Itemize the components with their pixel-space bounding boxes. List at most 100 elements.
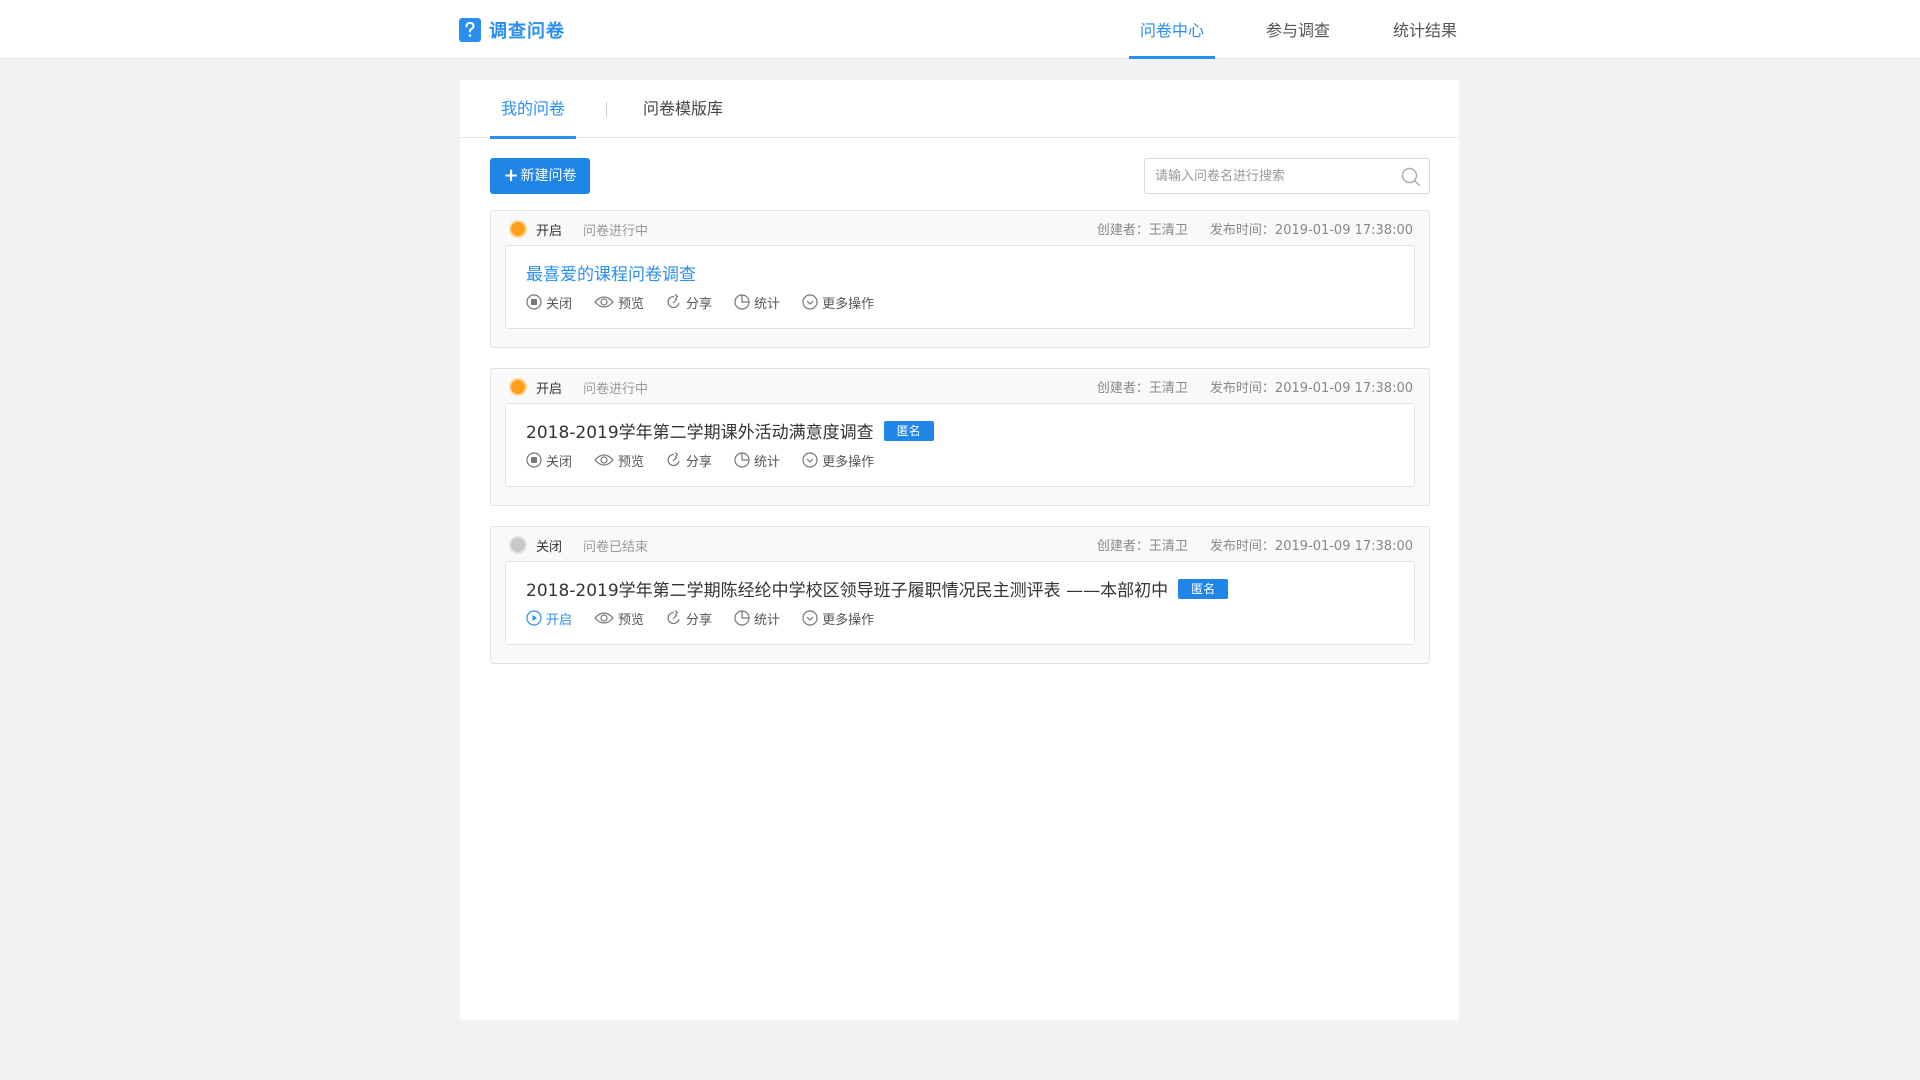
survey-meta: 创建者：王清卫 发布时间：2019-01-09 17:38:00 — [1097, 219, 1413, 238]
chevron-down-circle-icon — [802, 610, 818, 626]
share-button[interactable]: 分享 — [666, 609, 712, 628]
share-label: 分享 — [686, 454, 713, 470]
survey-card: 开启 问卷进行中 创建者：王清卫 发布时间：2019-01-09 17:38:00… — [490, 368, 1430, 506]
statistics-button[interactable]: 统计 — [734, 293, 780, 312]
statistics-button[interactable]: 统计 — [734, 609, 780, 628]
survey-title-text: 2018-2019学年第二学期课外活动满意度调查 — [526, 423, 874, 443]
app-logo[interactable]: 调查问卷 — [459, 17, 565, 43]
search-input[interactable] — [1155, 159, 1395, 193]
close-survey-label: 关闭 — [546, 454, 573, 470]
top-bar: 调查问卷 问卷中心 参与调查 统计结果 — [0, 0, 1920, 59]
preview-label: 预览 — [618, 454, 645, 470]
app-title: 调查问卷 — [489, 21, 565, 42]
status-label: 关闭 — [536, 540, 563, 555]
pie-chart-icon — [734, 294, 750, 310]
status-description: 问卷进行中 — [583, 224, 649, 239]
tab-template-library[interactable]: 问卷模版库 — [643, 80, 723, 138]
statistics-label: 统计 — [754, 454, 781, 470]
tab-bar: 我的问卷 问卷模版库 — [460, 80, 1459, 139]
share-icon — [667, 452, 680, 467]
survey-title[interactable]: 2018-2019学年第二学期课外活动满意度调查 匿名 — [526, 418, 934, 443]
share-label: 分享 — [686, 296, 713, 312]
creator: 创建者：王清卫 — [1096, 223, 1188, 238]
new-survey-label: 新建问卷 — [520, 168, 577, 184]
question-mark-icon — [459, 18, 481, 42]
survey-card: 开启 问卷进行中 创建者：王清卫 发布时间：2019-01-09 17:38:00… — [490, 210, 1430, 348]
search-box — [1144, 158, 1430, 194]
survey-title[interactable]: 最喜爱的课程问卷调查 — [526, 260, 696, 285]
survey-card-header: 开启 问卷进行中 创建者：王清卫 发布时间：2019-01-09 17:38:00 — [491, 211, 1429, 245]
more-actions-button[interactable]: 更多操作 — [802, 451, 874, 470]
close-survey-button[interactable]: 关闭 — [526, 451, 572, 470]
nav-statistics[interactable]: 统计结果 — [1393, 0, 1457, 59]
close-survey-button[interactable]: 关闭 — [526, 293, 572, 312]
tab-divider — [606, 102, 607, 117]
survey-card: 关闭 问卷已结束 创建者：王清卫 发布时间：2019-01-09 17:38:00… — [490, 526, 1430, 664]
statistics-label: 统计 — [754, 296, 781, 312]
survey-title[interactable]: 2018-2019学年第二学期陈经纶中学校区领导班子履职情况民主测评表 ——本部… — [526, 576, 1229, 601]
stop-circle-icon — [526, 294, 542, 310]
more-actions-button[interactable]: 更多操作 — [802, 609, 874, 628]
survey-card-body: 2018-2019学年第二学期陈经纶中学校区领导班子履职情况民主测评表 ——本部… — [505, 561, 1415, 645]
share-button[interactable]: 分享 — [666, 293, 712, 312]
nav-participate[interactable]: 参与调查 — [1266, 0, 1330, 59]
survey-card-header: 关闭 问卷已结束 创建者：王清卫 发布时间：2019-01-09 17:38:00 — [491, 527, 1429, 561]
share-icon — [667, 610, 680, 625]
stop-circle-icon — [526, 452, 542, 468]
status-label: 开启 — [536, 382, 563, 397]
status-label: 开启 — [536, 224, 563, 239]
preview-label: 预览 — [618, 296, 645, 312]
publish-time: 发布时间：2019-01-09 17:38:00 — [1209, 381, 1413, 396]
anonymous-badge: 匿名 — [883, 420, 934, 441]
preview-label: 预览 — [618, 612, 645, 628]
share-icon — [667, 294, 680, 309]
eye-icon — [594, 612, 614, 624]
publish-time: 发布时间：2019-01-09 17:38:00 — [1209, 539, 1413, 554]
pie-chart-icon — [734, 452, 750, 468]
survey-card-body: 2018-2019学年第二学期课外活动满意度调查 匿名 关闭 预览 分享 统计 … — [505, 403, 1415, 487]
pie-chart-icon — [734, 610, 750, 626]
survey-actions: 关闭 预览 分享 统计 更多操作 — [526, 450, 896, 470]
share-button[interactable]: 分享 — [666, 451, 712, 470]
statistics-label: 统计 — [754, 612, 781, 628]
play-circle-icon — [526, 610, 542, 626]
eye-icon — [594, 454, 614, 466]
new-survey-button[interactable]: + 新建问卷 — [490, 158, 590, 194]
more-actions-label: 更多操作 — [822, 612, 875, 628]
plus-icon: + — [503, 165, 519, 186]
more-actions-label: 更多操作 — [822, 296, 875, 312]
preview-button[interactable]: 预览 — [594, 293, 644, 312]
status-open-icon — [511, 380, 525, 394]
preview-button[interactable]: 预览 — [594, 609, 644, 628]
creator: 创建者：王清卫 — [1096, 539, 1188, 554]
preview-button[interactable]: 预览 — [594, 451, 644, 470]
survey-card-header: 开启 问卷进行中 创建者：王清卫 发布时间：2019-01-09 17:38:00 — [491, 369, 1429, 403]
publish-time: 发布时间：2019-01-09 17:38:00 — [1209, 223, 1413, 238]
status-description: 问卷已结束 — [583, 540, 649, 555]
survey-actions: 开启 预览 分享 统计 更多操作 — [526, 608, 896, 628]
tab-my-surveys[interactable]: 我的问卷 — [489, 80, 577, 139]
anonymous-badge: 匿名 — [1178, 578, 1229, 599]
survey-meta: 创建者：王清卫 发布时间：2019-01-09 17:38:00 — [1097, 377, 1413, 396]
chevron-down-circle-icon — [802, 294, 818, 310]
chevron-down-circle-icon — [802, 452, 818, 468]
statistics-button[interactable]: 统计 — [734, 451, 780, 470]
open-survey-label: 开启 — [546, 612, 573, 628]
eye-icon — [594, 296, 614, 308]
survey-title-text: 2018-2019学年第二学期陈经纶中学校区领导班子履职情况民主测评表 ——本部… — [526, 581, 1169, 601]
share-label: 分享 — [686, 612, 713, 628]
status-closed-icon — [511, 538, 525, 552]
nav-survey-center[interactable]: 问卷中心 — [1128, 0, 1216, 59]
close-survey-label: 关闭 — [546, 296, 573, 312]
status-description: 问卷进行中 — [583, 382, 649, 397]
open-survey-button[interactable]: 开启 — [526, 609, 572, 628]
survey-meta: 创建者：王清卫 发布时间：2019-01-09 17:38:00 — [1097, 535, 1413, 554]
creator: 创建者：王清卫 — [1096, 381, 1188, 396]
survey-card-body: 最喜爱的课程问卷调查 关闭 预览 分享 统计 更多操作 — [505, 245, 1415, 329]
status-open-icon — [511, 222, 525, 236]
more-actions-button[interactable]: 更多操作 — [802, 293, 874, 312]
survey-title-text: 最喜爱的课程问卷调查 — [526, 265, 696, 285]
more-actions-label: 更多操作 — [822, 454, 875, 470]
search-icon[interactable] — [1401, 167, 1421, 191]
survey-actions: 关闭 预览 分享 统计 更多操作 — [526, 292, 896, 312]
